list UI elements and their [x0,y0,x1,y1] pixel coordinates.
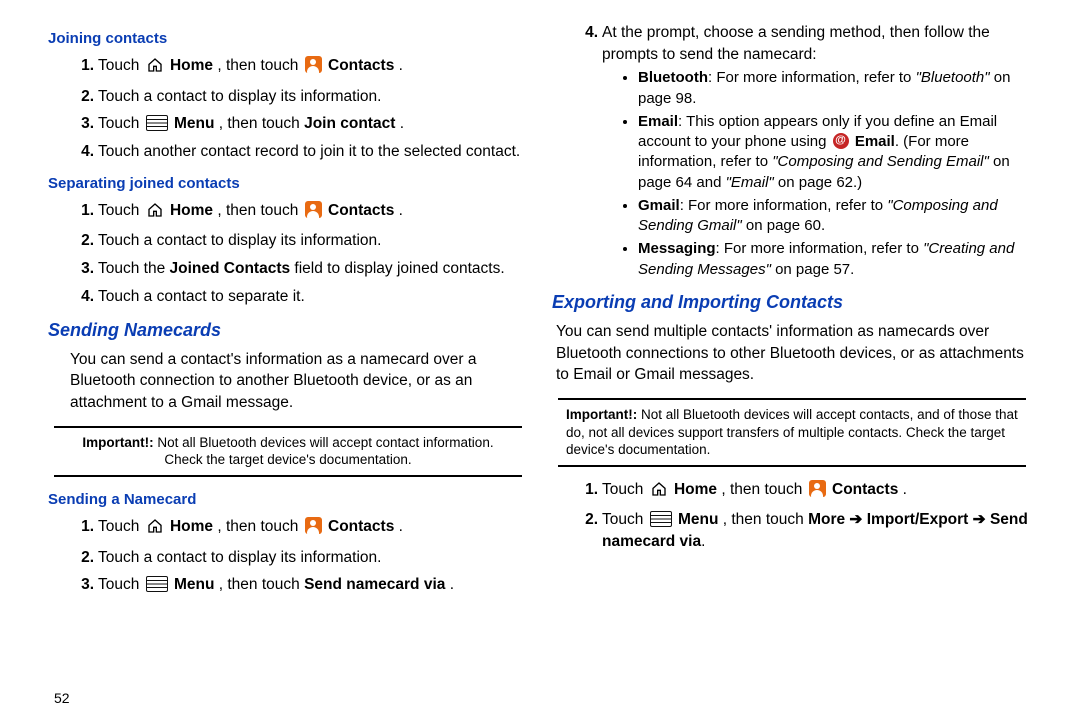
heading-exporting-importing: Exporting and Importing Contacts [552,290,1032,315]
step: Touch Home , then touch Contacts . [602,479,1032,504]
home-icon [146,57,164,80]
sending-method-bullets: Bluetooth: For more information, refer t… [628,68,1032,280]
step: Touch a contact to display its informati… [98,86,528,108]
step: At the prompt, choose a sending method, … [602,22,1032,280]
bullet-email: Email: This option appears only if you d… [638,112,1032,193]
menu-icon [146,576,168,592]
home-icon [650,481,668,504]
sending-namecards-body: You can send a contact's information as … [70,349,528,414]
heading-sending-namecards: Sending Namecards [48,318,528,343]
heading-separating-contacts: Separating joined contacts [48,173,528,194]
heading-sending-a-namecard: Sending a Namecard [48,489,528,510]
bullet-messaging: Messaging: For more information, refer t… [638,239,1032,280]
step: Touch Menu , then touch More ➔ Import/Ex… [602,509,1032,552]
step: Touch Home , then touch Contacts . [98,55,528,80]
right-column: At the prompt, choose a sending method, … [540,18,1044,720]
step: Touch the Joined Contacts field to displ… [98,258,528,280]
step: Touch a contact to separate it. [98,286,528,308]
menu-icon [650,511,672,527]
contacts-icon [809,480,826,497]
menu-icon [146,115,168,131]
step: Touch Home , then touch Contacts . [98,516,528,541]
home-icon [146,518,164,541]
sending-namecard-continued: At the prompt, choose a sending method, … [552,22,1032,280]
important-note: Important!: Not all Bluetooth devices wi… [558,398,1026,467]
sending-a-namecard-steps: Touch Home , then touch Contacts . Touch… [48,516,528,596]
heading-joining-contacts: Joining contacts [48,28,528,49]
contacts-icon [305,517,322,534]
contacts-icon [305,56,322,73]
step: Touch another contact record to join it … [98,141,528,163]
important-note: Important!: Not all Bluetooth devices wi… [54,426,522,477]
email-icon [833,133,849,149]
step: Touch Menu , then touch Send namecard vi… [98,574,528,596]
separating-contacts-steps: Touch Home , then touch Contacts . Touch… [48,200,528,308]
page-number: 52 [54,690,70,706]
step: Touch Home , then touch Contacts . [98,200,528,225]
export-import-steps: Touch Home , then touch Contacts . Touch… [552,479,1032,553]
exporting-body: You can send multiple contacts' informat… [556,321,1032,386]
step: Touch Menu , then touch Join contact . [98,113,528,135]
contacts-icon [305,201,322,218]
bullet-gmail: Gmail: For more information, refer to "C… [638,196,1032,237]
bullet-bluetooth: Bluetooth: For more information, refer t… [638,68,1032,109]
left-column: Joining contacts Touch Home , then touch… [36,18,540,720]
manual-page: Joining contacts Touch Home , then touch… [0,0,1080,720]
step: Touch a contact to display its informati… [98,230,528,252]
home-icon [146,202,164,225]
joining-contacts-steps: Touch Home , then touch Contacts . Touch… [48,55,528,163]
step: Touch a contact to display its informati… [98,547,528,569]
